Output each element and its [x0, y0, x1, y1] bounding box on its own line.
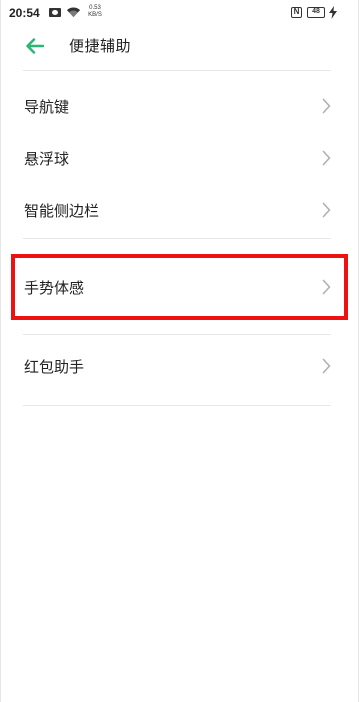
menu-item-label: 手势体感 — [24, 279, 85, 297]
screen: 20:54 0.53 KB/S N 48 便捷辅助 导航键 悬浮球 智能侧边栏 … — [0, 0, 359, 702]
section-divider — [23, 405, 331, 406]
app-header: 便捷辅助 — [1, 26, 358, 66]
chevron-right-icon — [322, 358, 331, 374]
header-divider — [23, 70, 331, 71]
message-icon — [49, 8, 61, 17]
chevron-right-icon — [322, 150, 331, 166]
menu-item-nav-keys[interactable]: 导航键 — [1, 84, 358, 128]
network-speed-value: 0.53 — [89, 5, 101, 11]
chevron-right-icon — [322, 279, 331, 295]
section-divider — [23, 334, 331, 335]
menu-item-label: 智能侧边栏 — [24, 202, 100, 220]
status-bar: 20:54 0.53 KB/S N 48 — [1, 0, 358, 26]
chevron-right-icon — [322, 98, 331, 114]
menu-item-label: 红包助手 — [24, 358, 85, 376]
menu-item-label: 悬浮球 — [24, 150, 70, 168]
menu-item-floating-ball[interactable]: 悬浮球 — [1, 136, 358, 180]
status-time: 20:54 — [9, 6, 40, 20]
wifi-icon — [66, 7, 81, 18]
battery-icon: 48 — [307, 7, 325, 18]
menu-item-label: 导航键 — [24, 98, 70, 116]
charging-icon — [329, 6, 337, 19]
menu-item-red-packet-assistant[interactable]: 红包助手 — [1, 344, 358, 388]
nfc-icon: N — [291, 7, 302, 18]
network-speed: 0.53 KB/S — [86, 5, 104, 19]
page-title: 便捷辅助 — [69, 37, 132, 55]
menu-item-smart-sidebar[interactable]: 智能侧边栏 — [1, 188, 358, 232]
back-button[interactable] — [21, 34, 49, 58]
section-divider — [23, 238, 331, 239]
network-speed-unit: KB/S — [88, 12, 102, 18]
chevron-right-icon — [322, 202, 331, 218]
back-arrow-icon — [26, 38, 44, 54]
menu-item-gestures[interactable]: 手势体感 — [1, 265, 358, 309]
